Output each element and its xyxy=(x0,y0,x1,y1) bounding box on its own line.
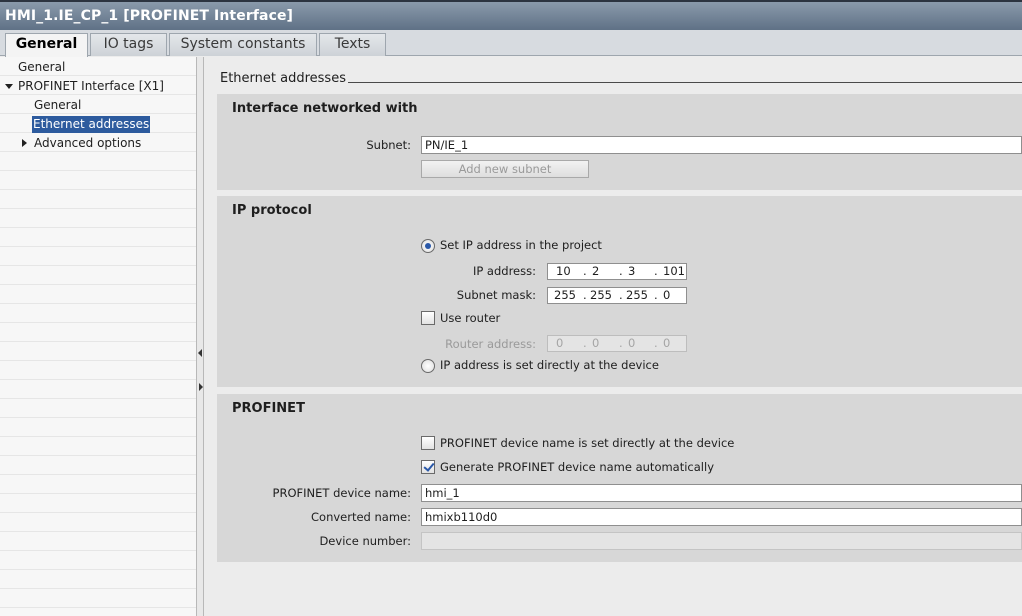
properties-content: Ethernet addresses Interface networked w… xyxy=(205,57,1022,616)
device-number-label: Device number: xyxy=(319,534,411,548)
tab-texts[interactable]: Texts xyxy=(319,33,386,56)
navigation-tree: General PROFINET Interface [X1] General … xyxy=(0,57,196,616)
group-ip-protocol: IP protocol Set IP address in the projec… xyxy=(217,196,1022,387)
tree-item-ethernet-addresses[interactable]: Ethernet addresses xyxy=(32,116,151,133)
subnet-label: Subnet: xyxy=(366,138,411,152)
converted-name-label: Converted name: xyxy=(311,510,411,524)
router-address-label: Router address: xyxy=(445,337,536,351)
device-name-field[interactable]: hmi_1 xyxy=(421,484,1022,502)
subnet-mask-label: Subnet mask: xyxy=(456,288,536,302)
use-router-label: Use router xyxy=(440,311,501,325)
tree-item-general[interactable]: General xyxy=(18,59,65,76)
expand-arrow-icon[interactable] xyxy=(5,84,13,89)
collapse-left-icon[interactable] xyxy=(198,349,202,357)
generate-name-label: Generate PROFINET device name automatica… xyxy=(440,460,714,474)
expand-right-icon[interactable] xyxy=(199,383,203,391)
window-title: HMI_1.IE_CP_1 [PROFINET Interface] xyxy=(5,8,294,24)
tree-item-advanced-options[interactable]: Advanced options xyxy=(34,135,141,152)
group-title-networked: Interface networked with xyxy=(232,101,418,116)
collapse-arrow-icon[interactable] xyxy=(22,139,27,147)
group-title-ip-protocol: IP protocol xyxy=(232,203,312,218)
tree-item-profinet-interface[interactable]: PROFINET Interface [X1] xyxy=(18,78,164,95)
group-interface-networked: Interface networked with Subnet: PN/IE_1… xyxy=(217,94,1022,190)
set-at-device-label: IP address is set directly at the device xyxy=(440,358,659,372)
window-titlebar: HMI_1.IE_CP_1 [PROFINET Interface] xyxy=(0,0,1022,30)
panel-splitter[interactable] xyxy=(196,57,204,616)
ip-address-label: IP address: xyxy=(472,264,536,278)
name-at-device-checkbox[interactable] xyxy=(421,436,435,450)
router-address-field[interactable]: 0 . 0 . 0 . 0 xyxy=(547,335,687,352)
add-new-subnet-button[interactable]: Add new subnet xyxy=(421,160,589,178)
use-router-checkbox[interactable] xyxy=(421,311,435,325)
tab-strip: General IO tags System constants Texts xyxy=(0,30,1022,57)
tab-io-tags[interactable]: IO tags xyxy=(90,33,167,56)
device-name-label: PROFINET device name: xyxy=(272,486,411,500)
group-title-profinet: PROFINET xyxy=(232,401,305,416)
set-in-project-label: Set IP address in the project xyxy=(440,238,602,252)
device-number-field[interactable] xyxy=(421,532,1022,550)
section-divider xyxy=(348,82,1022,83)
section-title: Ethernet addresses xyxy=(220,71,346,86)
radio-set-at-device[interactable] xyxy=(421,359,435,373)
ip-address-field[interactable]: 10 . 2 . 3 . 101 xyxy=(547,263,687,280)
converted-name-field[interactable]: hmixb110d0 xyxy=(421,508,1022,526)
tab-system-constants[interactable]: System constants xyxy=(169,33,317,56)
generate-name-checkbox[interactable] xyxy=(421,460,435,474)
group-profinet: PROFINET PROFINET device name is set dir… xyxy=(217,394,1022,562)
subnet-field[interactable]: PN/IE_1 xyxy=(421,136,1022,154)
name-at-device-label: PROFINET device name is set directly at … xyxy=(440,436,735,450)
radio-set-in-project[interactable] xyxy=(421,239,435,253)
tree-item-interface-general[interactable]: General xyxy=(34,97,81,114)
tab-general[interactable]: General xyxy=(5,33,88,57)
subnet-mask-field[interactable]: 255 . 255 . 255 . 0 xyxy=(547,287,687,304)
